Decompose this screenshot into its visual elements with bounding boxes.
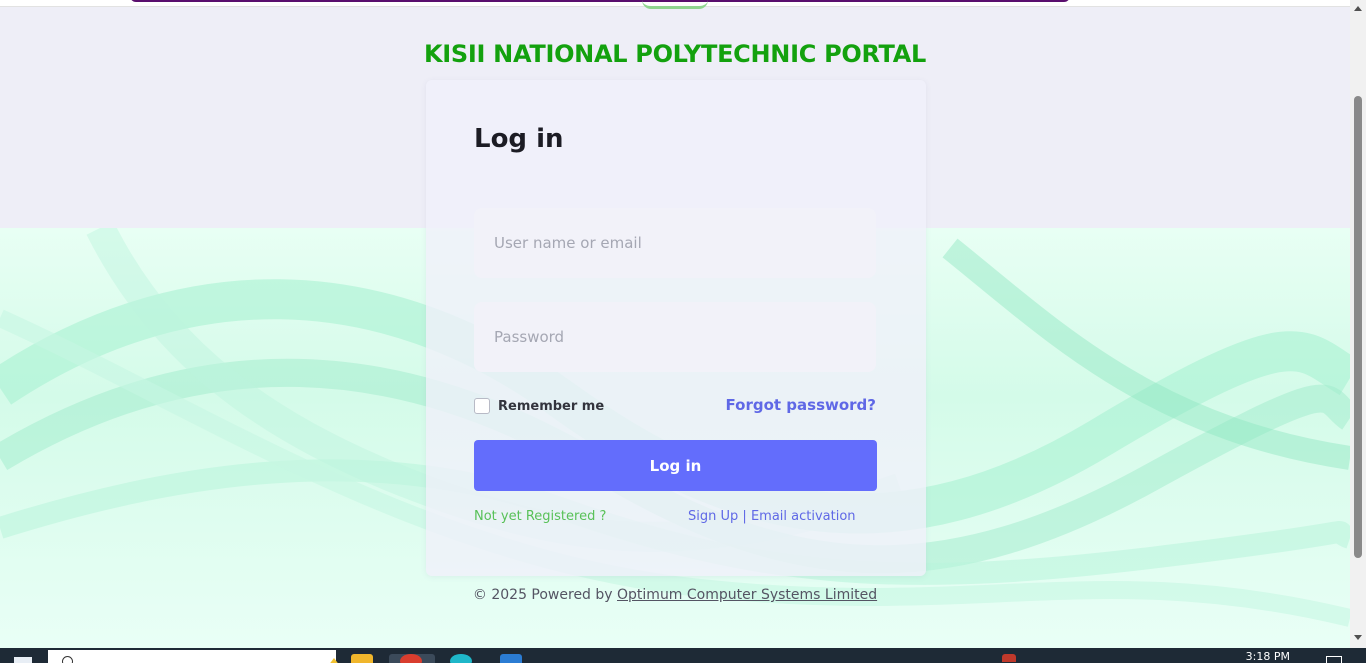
scroll-up-icon[interactable] — [1354, 6, 1362, 11]
remember-me-row: Remember me — [474, 396, 604, 416]
forgot-password-link[interactable]: Forgot password? — [726, 396, 877, 414]
vertical-scrollbar[interactable] — [1350, 0, 1366, 648]
search-icon — [62, 656, 73, 663]
tray-alert-icon[interactable] — [1002, 654, 1016, 662]
portal-title: KISII NATIONAL POLYTECHNIC PORTAL — [423, 40, 927, 68]
email-activation-link[interactable]: Email activation — [751, 509, 856, 524]
password-input[interactable] — [474, 302, 876, 372]
remember-me-checkbox[interactable] — [474, 398, 490, 414]
word-icon[interactable] — [500, 654, 522, 663]
start-icon[interactable] — [14, 657, 32, 663]
edge-icon[interactable] — [450, 654, 472, 663]
cortana-icon[interactable] — [328, 658, 340, 663]
sign-up-link[interactable]: Sign Up — [688, 509, 738, 524]
clock[interactable]: 3:18 PM — [1246, 650, 1290, 663]
footer: © 2025 Powered by Optimum Computer Syste… — [0, 587, 1350, 603]
logo-icon — [642, 0, 708, 9]
scroll-thumb[interactable] — [1354, 96, 1362, 558]
file-explorer-icon[interactable] — [351, 654, 373, 663]
top-banner-strip — [0, 0, 1350, 9]
scroll-down-icon[interactable] — [1354, 635, 1362, 640]
company-link[interactable]: Optimum Computer Systems Limited — [617, 587, 877, 603]
notification-icon[interactable] — [1326, 656, 1342, 663]
taskbar: 3:18 PM — [0, 648, 1366, 663]
link-separator: | — [742, 509, 747, 524]
login-button[interactable]: Log in — [474, 440, 877, 491]
top-banner-bar — [130, 0, 1070, 2]
username-input[interactable] — [474, 208, 876, 278]
taskbar-search-box[interactable] — [48, 650, 340, 663]
login-card: Log in Remember me Forgot password? Log … — [426, 80, 926, 576]
browser-viewport: KISII NATIONAL POLYTECHNIC PORTAL Log in… — [0, 0, 1350, 648]
login-heading: Log in — [474, 124, 564, 154]
registration-links: Sign Up | Email activation — [688, 509, 856, 524]
remember-me-label[interactable]: Remember me — [498, 399, 604, 414]
copyright-text: © 2025 Powered by — [472, 587, 613, 603]
not-registered-text: Not yet Registered ? — [474, 509, 607, 524]
chrome-icon[interactable] — [400, 654, 422, 663]
